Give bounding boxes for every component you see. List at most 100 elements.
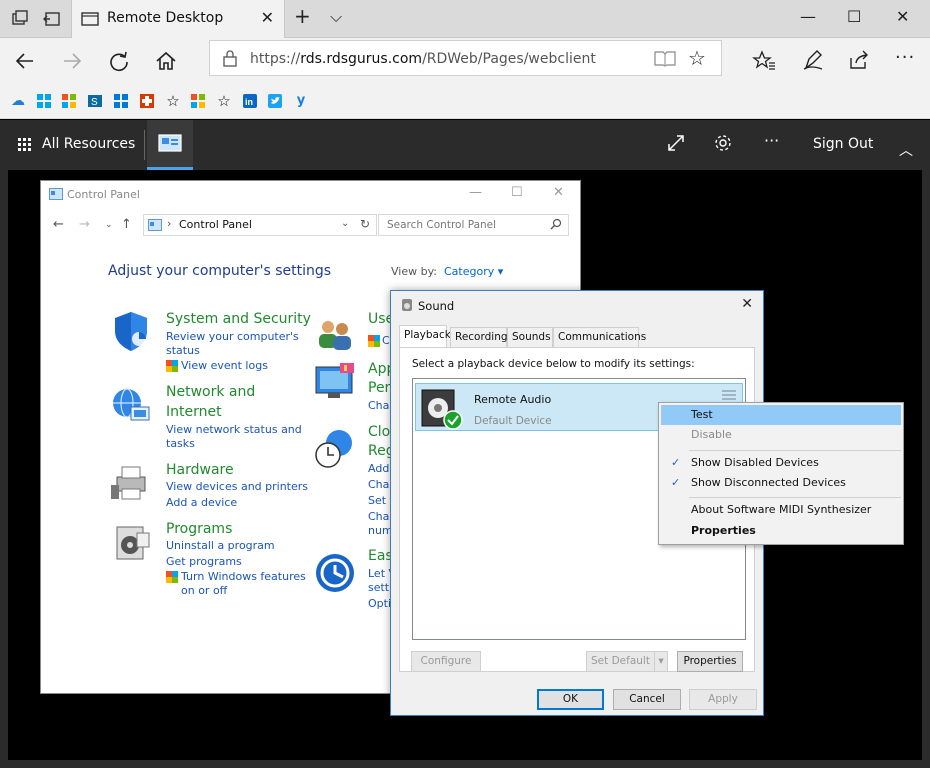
link-view-network-status-cont[interactable]: tasks: [166, 437, 195, 451]
new-tab-icon[interactable]: +: [294, 4, 311, 28]
menu-item-properties[interactable]: Properties: [661, 521, 901, 541]
refresh-icon[interactable]: ↻: [360, 217, 370, 231]
category-network-internet[interactable]: Network and: [166, 384, 255, 400]
more-options-icon[interactable]: ···: [764, 131, 779, 150]
menu-item-disable[interactable]: Disable: [661, 425, 901, 445]
menu-item-show-disconnected[interactable]: ✓ Show Disconnected Devices: [661, 473, 901, 493]
forward-icon[interactable]: [60, 49, 84, 79]
star-favorite-icon[interactable]: ☆: [216, 93, 232, 109]
maximize-icon[interactable]: ☐: [511, 185, 523, 200]
all-resources-link[interactable]: All Resources: [42, 136, 135, 152]
tab-sounds[interactable]: Sounds: [507, 327, 553, 347]
favorites-bar: ☁ S ☆ ☆ in y: [0, 84, 930, 119]
windows-icon[interactable]: [36, 93, 52, 109]
lock-icon: [222, 49, 238, 70]
minimize-icon[interactable]: —: [800, 7, 816, 26]
set-aside-tabs-icon[interactable]: [42, 9, 62, 29]
close-tab-icon[interactable]: ✕: [261, 8, 274, 27]
share-icon[interactable]: [847, 48, 871, 78]
twitter-icon[interactable]: [267, 93, 283, 109]
microsoft-icon[interactable]: [61, 93, 77, 109]
tab-playback[interactable]: Playback: [399, 325, 451, 347]
category-ease-of-access[interactable]: Eas: [368, 548, 393, 564]
onedrive-icon[interactable]: ☁: [10, 93, 26, 109]
tab-communications[interactable]: Communications: [553, 327, 646, 347]
office-plus-icon[interactable]: [139, 93, 155, 109]
link-windows-features-cont[interactable]: on or off: [181, 584, 227, 598]
collapse-icon[interactable]: ︿: [899, 140, 913, 160]
url-input[interactable]: https://rds.rdsgurus.com/RDWeb/Pages/web…: [209, 40, 722, 76]
menu-item-about-midi[interactable]: About Software MIDI Synthesizer: [661, 500, 901, 520]
sharepoint-icon[interactable]: S: [87, 93, 103, 109]
gear-icon[interactable]: [713, 133, 733, 158]
search-input[interactable]: Search Control Panel: [378, 214, 569, 236]
minimize-icon[interactable]: —: [469, 185, 482, 200]
tab-recording[interactable]: Recording: [450, 327, 508, 347]
link-uninstall-program[interactable]: Uninstall a program: [166, 539, 275, 553]
device-name: Remote Audio: [474, 393, 552, 406]
favorites-hub-icon[interactable]: [752, 49, 776, 79]
link-view-network-status[interactable]: View network status and: [166, 423, 302, 437]
star-favorite-icon[interactable]: ☆: [688, 47, 706, 69]
view-by-dropdown[interactable]: Category ▾: [444, 265, 503, 278]
up-icon[interactable]: ↑: [121, 217, 132, 232]
chevron-down-icon[interactable]: ⌄: [341, 218, 349, 229]
category-clock-region[interactable]: Clo: [368, 424, 390, 440]
rdweb-header: All Resources ··· Sign Out ︿: [0, 120, 930, 170]
link-view-event-logs[interactable]: View event logs: [181, 359, 268, 373]
link-clock-1[interactable]: Add: [368, 462, 389, 476]
link-user-accounts[interactable]: C: [382, 334, 390, 348]
yammer-icon[interactable]: y: [293, 93, 309, 109]
link-get-programs[interactable]: Get programs: [166, 555, 242, 569]
close-icon[interactable]: ✕: [741, 296, 753, 312]
link-view-devices[interactable]: View devices and printers: [166, 480, 308, 494]
maximize-icon[interactable]: ☐: [847, 7, 861, 26]
browser-tab[interactable]: Remote Desktop ✕: [71, 0, 285, 38]
sign-out-link[interactable]: Sign Out: [813, 136, 873, 152]
microsoft-logo-icon[interactable]: [190, 93, 206, 109]
set-default-dropdown[interactable]: ▾: [654, 651, 668, 672]
linkedin-icon[interactable]: in: [242, 93, 258, 109]
category-hardware[interactable]: Hardware: [166, 462, 234, 478]
forward-icon[interactable]: →: [79, 217, 90, 232]
tab-groups-icon[interactable]: [10, 9, 30, 29]
app-grid-icon[interactable]: [18, 138, 32, 156]
menu-item-show-disabled[interactable]: ✓ Show Disabled Devices: [661, 453, 901, 473]
menu-item-test[interactable]: Test: [661, 405, 901, 425]
breadcrumb[interactable]: › Control Panel ⌄ ↻: [143, 214, 377, 236]
home-icon[interactable]: [154, 49, 178, 79]
ok-button[interactable]: OK: [537, 689, 604, 710]
configure-button[interactable]: Configure: [411, 651, 481, 672]
control-panel-icon: [148, 219, 162, 234]
link-review-status[interactable]: Review your computer's: [166, 330, 299, 344]
link-review-status-cont[interactable]: status: [166, 344, 200, 358]
refresh-icon[interactable]: [107, 49, 131, 79]
page-title: Adjust your computer's settings: [108, 263, 332, 279]
pen-notes-icon[interactable]: [801, 48, 825, 78]
close-window-icon[interactable]: ✕: [553, 185, 564, 200]
link-windows-features[interactable]: Turn Windows features: [181, 570, 306, 584]
more-options-icon[interactable]: ···: [895, 46, 915, 70]
link-add-device[interactable]: Add a device: [166, 496, 237, 510]
reading-view-icon[interactable]: [654, 49, 676, 70]
star-favorite-icon[interactable]: ☆: [165, 93, 181, 109]
link-ease-2[interactable]: setti: [368, 581, 392, 595]
windows-alt-icon[interactable]: [113, 93, 129, 109]
back-icon[interactable]: [13, 49, 37, 79]
cancel-button[interactable]: Cancel: [613, 689, 681, 710]
apply-button[interactable]: Apply: [689, 689, 757, 710]
set-default-button[interactable]: Set Default: [586, 651, 655, 672]
back-icon[interactable]: ←: [53, 217, 64, 232]
active-session-tile[interactable]: [147, 120, 193, 170]
link-ease-3[interactable]: Opti: [368, 597, 391, 611]
category-system-security[interactable]: System and Security: [166, 311, 311, 327]
chevron-down-icon[interactable]: ⌄: [105, 220, 113, 230]
category-programs[interactable]: Programs: [166, 521, 232, 537]
chevron-down-icon[interactable]: ⌵: [330, 7, 342, 27]
fullscreen-icon[interactable]: [666, 133, 686, 158]
link-clock-5[interactable]: num: [368, 524, 393, 538]
search-icon[interactable]: [550, 218, 562, 233]
close-window-icon[interactable]: ✕: [896, 7, 909, 26]
properties-button[interactable]: Properties: [677, 651, 743, 672]
category-network-internet-cont[interactable]: Internet: [166, 404, 222, 420]
